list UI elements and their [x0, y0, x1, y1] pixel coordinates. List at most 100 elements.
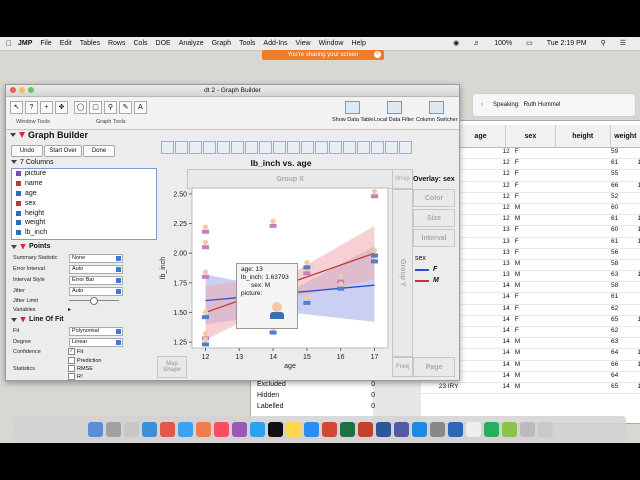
lasso-tool-icon[interactable]: ◯: [74, 101, 87, 114]
fit-checkbox[interactable]: ✓ Fit: [68, 348, 83, 355]
heatmap-element-icon[interactable]: [301, 141, 314, 154]
rmse-check-icon[interactable]: [68, 365, 75, 372]
mail-icon[interactable]: [177, 421, 193, 437]
column-item-name[interactable]: name: [12, 179, 156, 189]
menu-list-icon[interactable]: ☰: [620, 39, 626, 47]
outlook-icon[interactable]: [321, 421, 337, 437]
line-of-fit-element-icon[interactable]: [189, 141, 202, 154]
menu-edit[interactable]: Edit: [60, 40, 72, 47]
color-zone[interactable]: Color: [413, 189, 455, 207]
column-header-sex[interactable]: sex: [506, 125, 556, 147]
column-item-height[interactable]: height: [12, 208, 156, 218]
cell-weight[interactable]: [621, 204, 640, 214]
arrow-tool-icon[interactable]: ↖: [10, 101, 23, 114]
cell-weight[interactable]: 1: [621, 159, 640, 169]
cell-weight[interactable]: [621, 338, 640, 348]
photos-icon[interactable]: [195, 421, 211, 437]
column-item-age[interactable]: age: [12, 189, 156, 199]
camtasia-icon[interactable]: [501, 421, 517, 437]
cell-height[interactable]: 66: [564, 182, 621, 192]
box-plot-element-icon[interactable]: [273, 141, 286, 154]
cell-height[interactable]: 61: [564, 215, 621, 225]
overlay-zone[interactable]: Overlay: sex: [413, 176, 455, 183]
degree-select[interactable]: Linear: [69, 338, 123, 347]
cell-weight[interactable]: 1: [621, 316, 640, 326]
summary-statistic-select[interactable]: None: [69, 254, 123, 263]
caption-box-element-icon[interactable]: [343, 141, 356, 154]
undo-button[interactable]: Undo: [11, 145, 43, 157]
wifi-icon[interactable]: ◉: [453, 39, 459, 47]
podcasts-icon[interactable]: [231, 421, 247, 437]
cell-sex[interactable]: M: [513, 338, 564, 348]
teams-icon[interactable]: [393, 421, 409, 437]
cell-height[interactable]: 64: [564, 372, 621, 382]
cell-sex[interactable]: F: [513, 293, 564, 303]
fit-disclosure-icon[interactable]: [11, 317, 17, 322]
cell-sex[interactable]: F: [513, 238, 564, 248]
r2-check-icon[interactable]: [68, 373, 75, 380]
cell-height[interactable]: 61: [564, 293, 621, 303]
cell-height[interactable]: 58: [564, 282, 621, 292]
cell-age[interactable]: 14: [460, 383, 512, 393]
powerpoint-icon[interactable]: [357, 421, 373, 437]
histogram-element-icon[interactable]: [287, 141, 300, 154]
cell-weight[interactable]: [621, 293, 640, 303]
cell-weight[interactable]: 1: [621, 182, 640, 192]
cell-weight[interactable]: [621, 327, 640, 337]
cell-weight[interactable]: 1: [621, 215, 640, 225]
cell-height[interactable]: 59: [564, 148, 621, 158]
column-item-picture[interactable]: picture: [12, 169, 156, 179]
excel-icon[interactable]: [339, 421, 355, 437]
cell-name[interactable]: 23 IRY: [421, 383, 460, 393]
cell-height[interactable]: 58: [564, 260, 621, 270]
menu-file[interactable]: File: [40, 40, 51, 47]
rmse-checkbox[interactable]: RMSE: [68, 365, 93, 372]
cell-age[interactable]: 13: [460, 238, 512, 248]
menu-doe[interactable]: DOE: [156, 40, 171, 47]
column-switcher-button[interactable]: Column Switcher: [416, 101, 458, 123]
cell-sex[interactable]: F: [513, 193, 564, 203]
points-section-header[interactable]: Points: [11, 243, 50, 250]
prediction-check-icon[interactable]: [68, 357, 75, 364]
close-window-icon[interactable]: [10, 87, 16, 93]
tv-icon[interactable]: [267, 421, 283, 437]
music-icon[interactable]: [213, 421, 229, 437]
cell-sex[interactable]: F: [513, 327, 564, 337]
fit-select[interactable]: Polynomial: [69, 327, 123, 336]
zoom-tool-icon[interactable]: ⚲: [104, 101, 117, 114]
cell-height[interactable]: 56: [564, 249, 621, 259]
cell-sex[interactable]: F: [513, 226, 564, 236]
cell-height[interactable]: 61: [564, 238, 621, 248]
wrap-zone[interactable]: Wrap: [392, 169, 413, 189]
menu-window[interactable]: Window: [319, 40, 344, 47]
terminal-icon[interactable]: [429, 421, 445, 437]
bar-element-icon[interactable]: [245, 141, 258, 154]
selection-tool-icon[interactable]: ▢: [89, 101, 102, 114]
page-zone[interactable]: Page: [413, 357, 455, 377]
chrome-icon[interactable]: [159, 421, 175, 437]
cell-sex[interactable]: F: [513, 148, 564, 158]
menu-tables[interactable]: Tables: [80, 40, 100, 47]
local-data-filter-button[interactable]: Local Data Filter: [374, 101, 414, 123]
jmp-icon[interactable]: [411, 421, 427, 437]
cell-sex[interactable]: F: [513, 305, 564, 315]
chevron-right-icon[interactable]: ›: [481, 102, 483, 108]
cell-age[interactable]: 13: [460, 271, 512, 281]
r-icon[interactable]: [447, 421, 463, 437]
cell-sex[interactable]: M: [513, 361, 564, 371]
cell-weight[interactable]: [621, 372, 640, 382]
cell-weight[interactable]: 1: [621, 238, 640, 248]
cell-age[interactable]: 12: [460, 193, 512, 203]
column-header-height[interactable]: height: [556, 125, 611, 147]
cell-height[interactable]: 62: [564, 305, 621, 315]
error-interval-select[interactable]: Auto: [69, 265, 123, 274]
menu-rows[interactable]: Rows: [108, 40, 126, 47]
cell-sex[interactable]: M: [513, 260, 564, 270]
contour-element-icon[interactable]: [217, 141, 230, 154]
cell-age[interactable]: 12: [460, 159, 512, 169]
formula-element-icon[interactable]: [357, 141, 370, 154]
cell-sex[interactable]: F: [513, 170, 564, 180]
cell-height[interactable]: 52: [564, 193, 621, 203]
cell-age[interactable]: 13: [460, 226, 512, 236]
cell-weight[interactable]: [621, 170, 640, 180]
